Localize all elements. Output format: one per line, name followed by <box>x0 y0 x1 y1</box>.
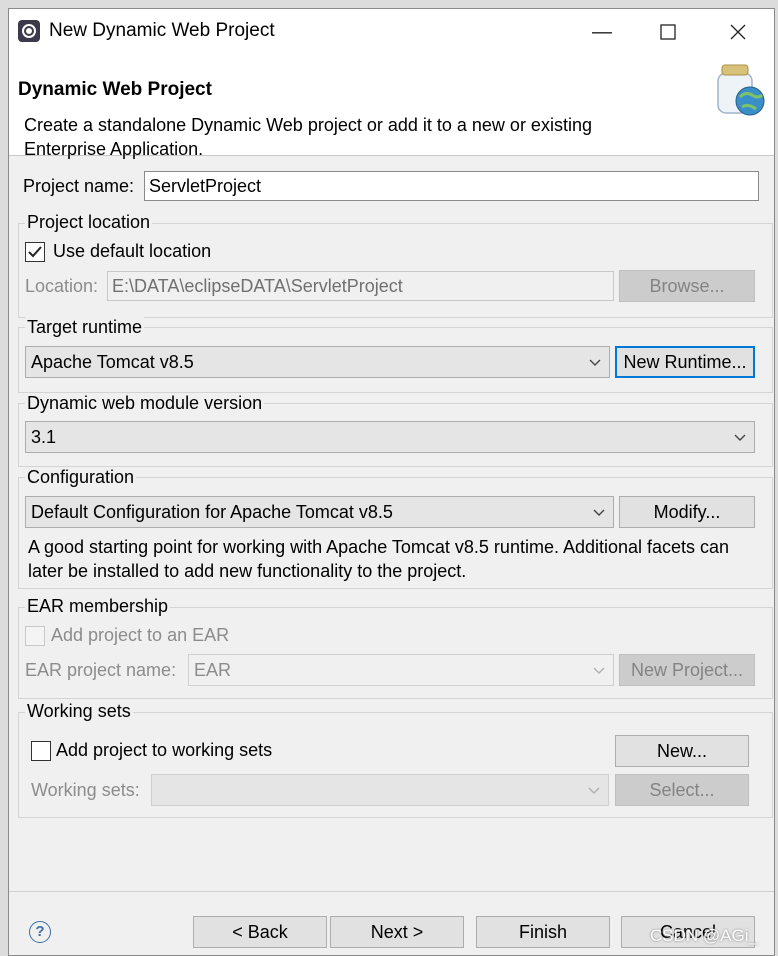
help-button[interactable]: ? <box>29 921 51 943</box>
configuration-title: Configuration <box>25 467 137 488</box>
chevron-down-icon <box>593 509 605 516</box>
location-input[interactable]: E:\DATA\eclipseDATA\ServletProject <box>107 271 614 301</box>
add-to-ear-label: Add project to an EAR <box>51 625 230 645</box>
chevron-down-icon <box>734 434 746 441</box>
eclipse-icon <box>18 20 40 42</box>
configuration-description: A good starting point for working with A… <box>28 537 730 581</box>
target-runtime-select[interactable]: Apache Tomcat v8.5 <box>25 346 610 378</box>
add-to-working-sets-checkbox[interactable] <box>31 741 51 761</box>
maximize-button[interactable] <box>645 13 691 51</box>
working-sets-label: Working sets: <box>31 780 140 800</box>
maximize-icon <box>660 24 676 40</box>
ear-project-name-label: EAR project name: <box>25 660 177 680</box>
module-version-value: 3.1 <box>31 427 57 447</box>
use-default-location-checkbox[interactable] <box>25 242 45 262</box>
checkmark-icon <box>28 246 42 258</box>
new-runtime-button[interactable]: New Runtime... <box>615 346 755 378</box>
back-button[interactable]: < Back <box>193 916 327 948</box>
ear-project-name-select[interactable]: EAR <box>188 654 614 686</box>
window-title: New Dynamic Web Project <box>49 20 275 41</box>
finish-button[interactable]: Finish <box>476 916 610 948</box>
project-location-title: Project location <box>25 212 153 233</box>
minimize-button[interactable]: — <box>579 13 625 51</box>
modify-button[interactable]: Modify... <box>619 496 755 528</box>
page-description: Create a standalone Dynamic Web project … <box>24 115 592 159</box>
chevron-down-icon <box>589 359 601 366</box>
target-runtime-title: Target runtime <box>25 317 145 338</box>
help-icon: ? <box>35 923 45 940</box>
working-sets-select[interactable] <box>151 774 609 806</box>
add-to-working-sets-label: Add project to working sets <box>56 740 273 760</box>
browse-button[interactable]: Browse... <box>619 270 755 302</box>
background-editor-strip <box>0 0 8 956</box>
ear-membership-title: EAR membership <box>25 596 171 617</box>
wizard-header: Dynamic Web Project Create a standalone … <box>9 55 774 159</box>
watermark-text: CSDN @AGi_ <box>650 926 758 945</box>
new-working-set-button[interactable]: New... <box>615 735 749 767</box>
close-window-button[interactable] <box>715 13 761 51</box>
configuration-select[interactable]: Default Configuration for Apache Tomcat … <box>25 496 614 528</box>
chevron-down-icon <box>593 667 605 674</box>
add-to-ear-checkbox[interactable] <box>25 626 45 646</box>
target-runtime-value: Apache Tomcat v8.5 <box>31 352 194 372</box>
page-title: Dynamic Web Project <box>18 79 212 100</box>
wizard-jar-globe-icon <box>717 64 765 116</box>
minimize-icon: — <box>592 21 612 43</box>
ear-project-name-value: EAR <box>194 660 232 680</box>
module-version-select[interactable]: 3.1 <box>25 421 755 453</box>
project-name-label: Project name: <box>23 176 135 196</box>
next-button[interactable]: Next > <box>330 916 464 948</box>
dialog-window: New Dynamic Web Project — Dynamic Web Pr… <box>8 8 775 956</box>
configuration-value: Default Configuration for Apache Tomcat … <box>31 502 393 522</box>
working-sets-title: Working sets <box>25 701 133 722</box>
title-bar: New Dynamic Web Project — <box>9 9 774 55</box>
use-default-location-label: Use default location <box>53 241 212 261</box>
chevron-down-icon <box>588 787 600 794</box>
module-version-title: Dynamic web module version <box>25 393 265 414</box>
location-label: Location: <box>25 276 99 296</box>
footer-separator <box>9 891 774 892</box>
project-name-input[interactable]: ServletProject <box>144 171 759 201</box>
close-icon <box>730 24 746 40</box>
new-ear-project-button[interactable]: New Project... <box>619 654 755 686</box>
select-working-sets-button[interactable]: Select... <box>615 774 749 806</box>
